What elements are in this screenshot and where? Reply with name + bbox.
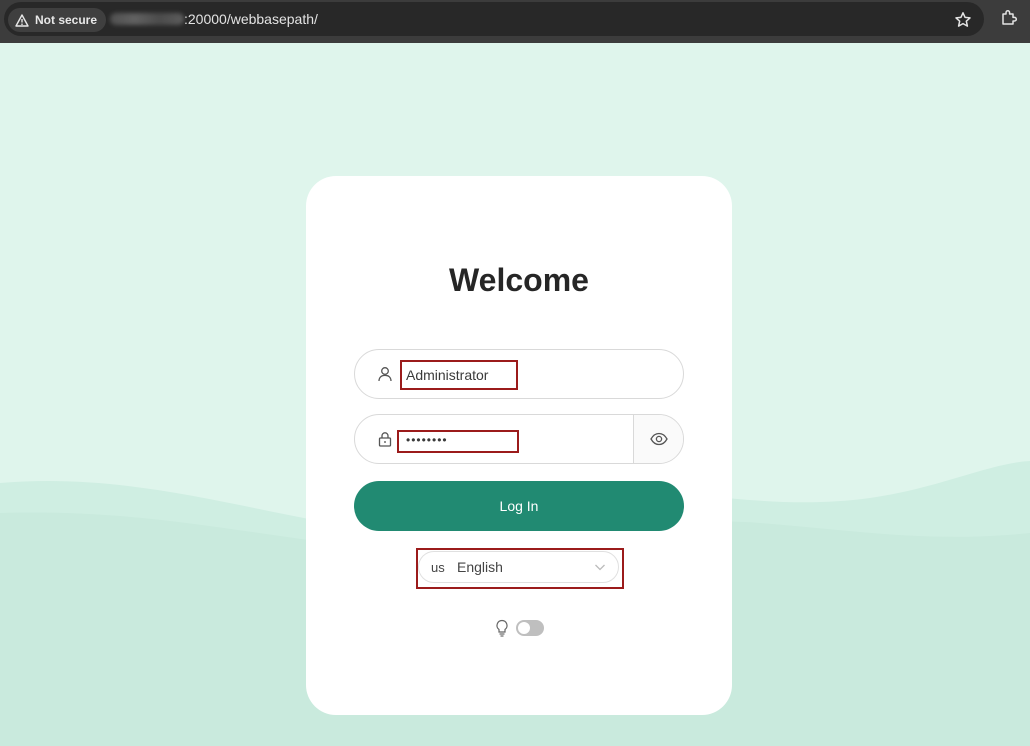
flag-code: us: [431, 560, 445, 575]
page-title: Welcome: [449, 262, 589, 298]
user-icon: [378, 367, 392, 382]
eye-icon: [649, 432, 668, 446]
extensions-icon[interactable]: [1000, 9, 1018, 27]
language-select[interactable]: us English: [418, 551, 619, 583]
login-button[interactable]: Log In: [354, 481, 684, 531]
login-card: Welcome Administrator •••••••• Log In us…: [306, 176, 732, 715]
language-label: English: [457, 559, 503, 575]
show-password-button[interactable]: [633, 415, 683, 463]
lightbulb-icon: [496, 619, 508, 637]
url-text[interactable]: :20000/webbasepath/: [110, 11, 318, 27]
theme-toggle[interactable]: [516, 620, 544, 636]
security-badge[interactable]: Not secure: [8, 8, 107, 32]
username-field[interactable]: Administrator: [354, 349, 684, 399]
password-input[interactable]: ••••••••: [397, 430, 519, 453]
toggle-knob: [518, 622, 530, 634]
address-bar[interactable]: Not secure :20000/webbasepath/: [4, 2, 984, 36]
bookmark-star-icon[interactable]: [954, 11, 972, 29]
url-path: :20000/webbasepath/: [184, 11, 318, 27]
warning-icon: [15, 13, 29, 27]
chevron-down-icon: [595, 564, 605, 571]
redacted-host: [110, 13, 184, 25]
username-input[interactable]: Administrator: [400, 360, 518, 390]
browser-toolbar: Not secure :20000/webbasepath/: [0, 0, 1030, 43]
security-label: Not secure: [35, 13, 98, 27]
lock-icon: [378, 432, 392, 447]
password-field[interactable]: ••••••••: [354, 414, 684, 464]
